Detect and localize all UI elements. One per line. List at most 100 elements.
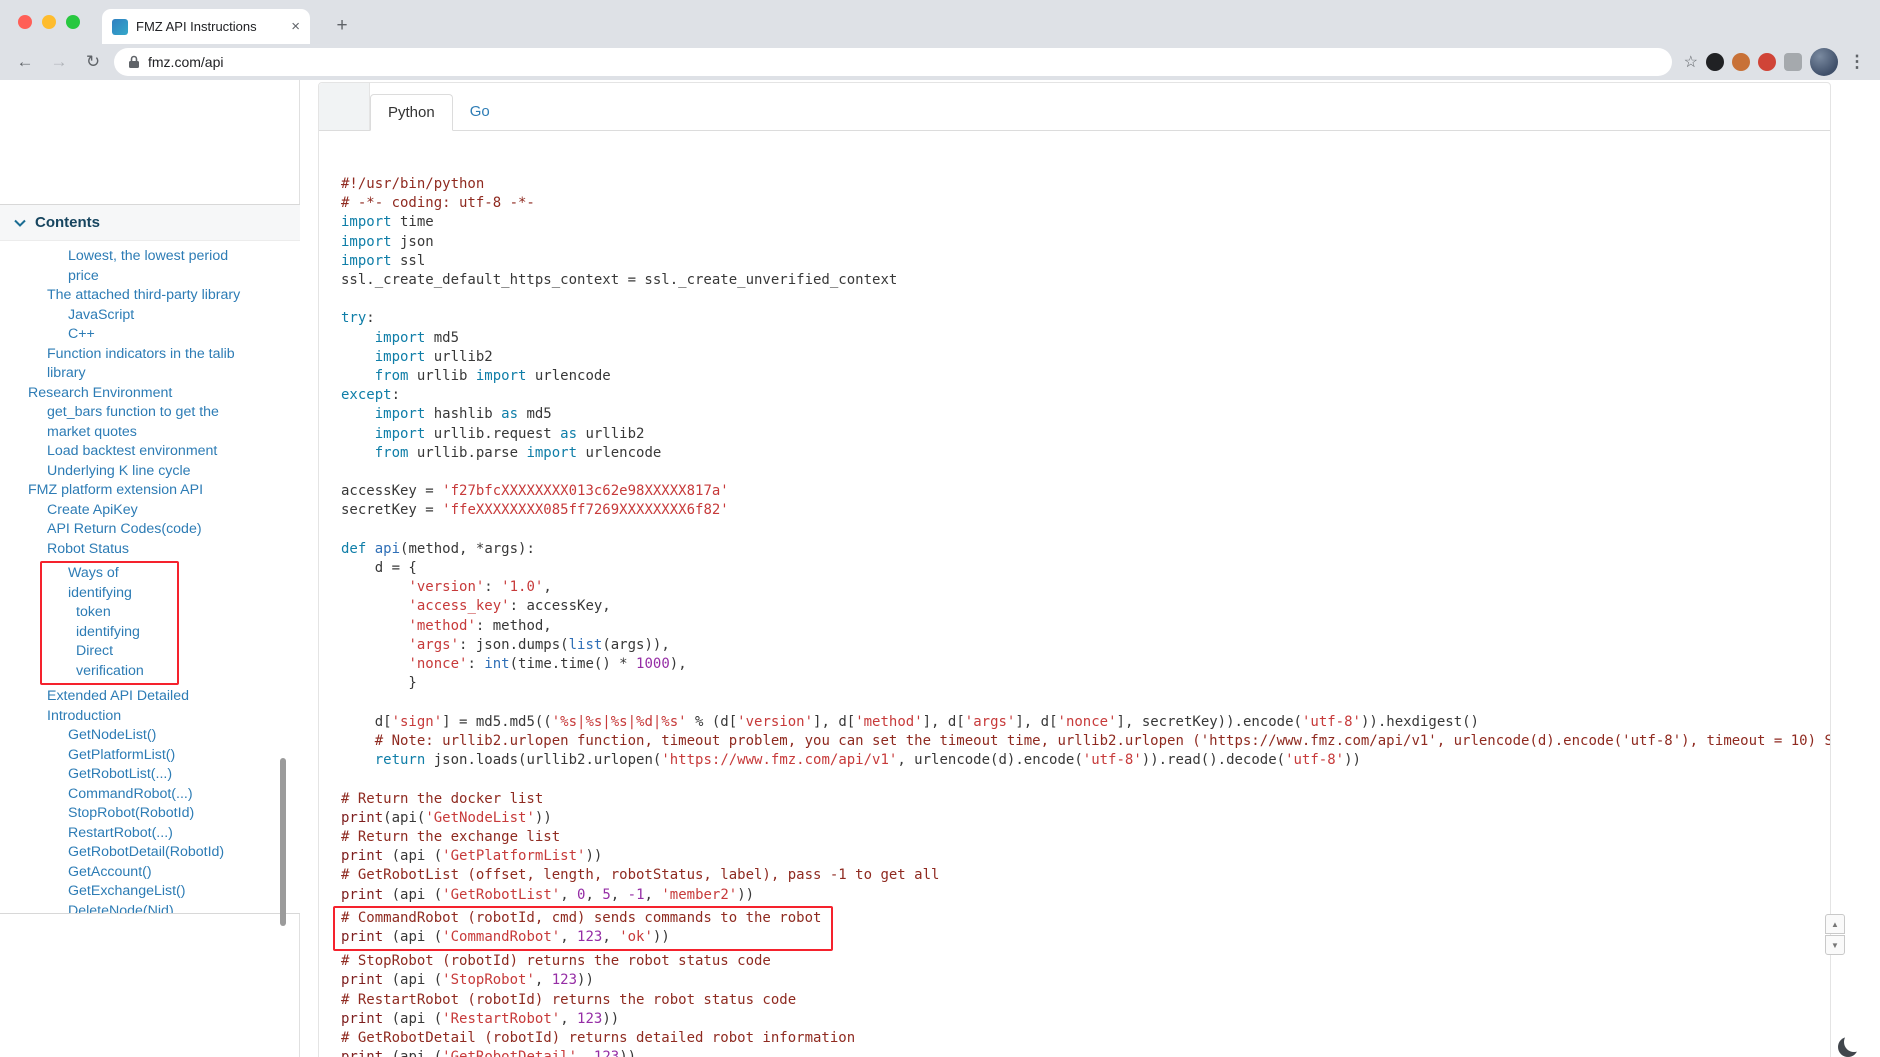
scroll-down-button[interactable]: ▼ <box>1825 935 1845 955</box>
code-line: import urllib2 <box>374 348 493 365</box>
code-line: # StopRobot (robotId) returns the robot … <box>341 953 771 970</box>
toc-item[interactable]: C++ <box>0 325 296 345</box>
code-line: print (api ('CommandRobot', 123, 'ok')) <box>341 928 670 945</box>
code-line: } <box>341 675 417 692</box>
tab-python[interactable]: Python <box>370 94 453 131</box>
zoom-window-button[interactable] <box>66 15 80 29</box>
toc-item[interactable]: Function indicators in the talib library <box>0 345 296 384</box>
code-line: print(api('GetNodeList')) <box>341 809 552 826</box>
code-line: secretKey = 'ffeXXXXXXXX085ff7269XXXXXXX… <box>341 502 729 519</box>
toc-item[interactable]: Extended API Detailed Introduction <box>0 687 296 726</box>
tab-close-icon[interactable]: × <box>291 18 300 35</box>
toc-item[interactable]: Load backtest environment <box>0 442 296 462</box>
toc-item[interactable]: get_bars function to get the market quot… <box>0 403 296 442</box>
code-line: # GetRobotDetail (robotId) returns detai… <box>341 1029 856 1046</box>
toc-item[interactable]: Create ApiKey <box>0 501 296 521</box>
forward-icon[interactable]: → <box>46 49 72 75</box>
toc-item[interactable]: GetRobotList(...) <box>0 765 296 785</box>
contents-header[interactable]: Contents <box>0 205 300 241</box>
sidebar-highlight-box: Ways of identifying token identifying Dire… <box>40 561 179 685</box>
code-line: 'access_key': accessKey, <box>408 598 611 615</box>
code-line: # Note: urllib2.urlopen function, timeou… <box>374 732 1831 749</box>
code-line: d['sign'] = md5.md5(('%s|%s|%s|%d|%s' % … <box>341 713 1479 730</box>
browser-toolbar: ← → ↻ fmz.com/api ☆ ⋮ <box>0 44 1880 80</box>
extension-icon[interactable] <box>1706 53 1724 71</box>
window-controls <box>18 15 80 29</box>
code-line: import json <box>341 233 434 250</box>
code-line: import urllib.request as urllib2 <box>374 425 645 442</box>
code-line: return json.loads(urllib2.urlopen('https… <box>374 752 1361 769</box>
extension-icon[interactable] <box>1758 53 1776 71</box>
extension-icon[interactable] <box>1732 53 1750 71</box>
code-line: 'args': json.dumps(list(args)), <box>408 636 670 653</box>
table-of-contents: Lowest, the lowest period price The attac… <box>0 241 300 914</box>
code-line: print (api ('GetRobotDetail', 123)) <box>341 1048 1830 1057</box>
toc-item[interactable]: Direct verification <box>42 642 177 681</box>
toc-item[interactable]: token identifying <box>42 603 177 642</box>
site-favicon-icon <box>112 18 128 35</box>
new-tab-button[interactable]: + <box>330 14 354 38</box>
code-line: 'method': method, <box>408 617 552 634</box>
code-line: print (api ('StopRobot', 123)) <box>341 972 594 989</box>
code-line: import ssl <box>341 252 426 269</box>
toc-item[interactable]: GetExchangeList() <box>0 882 296 902</box>
toc-item[interactable]: FMZ platform extension API <box>0 481 296 501</box>
tab-go[interactable]: Go <box>453 93 507 130</box>
code-line: 'nonce': int(time.time() * 1000), <box>408 656 687 673</box>
toc-item[interactable]: CommandRobot(...) <box>0 785 296 805</box>
code-line: from urllib import urlencode <box>374 368 611 385</box>
toc-item[interactable]: JavaScript <box>0 306 296 326</box>
code-line: # RestartRobot (robotId) returns the rob… <box>341 991 797 1008</box>
tab-strip: FMZ API Instructions × + <box>0 0 1880 44</box>
toc-item[interactable]: DeleteNode(Nid) <box>0 902 296 914</box>
code-line: print (api ('GetPlatformList')) <box>341 848 603 865</box>
toc-item[interactable]: Robot Status <box>0 540 296 560</box>
code-line: import md5 <box>374 329 460 346</box>
tab-leading-stub <box>319 83 370 130</box>
code-line: # -*- coding: utf-8 -*- <box>341 195 535 212</box>
toc-item[interactable]: The attached third-party library <box>0 286 296 306</box>
sidebar: Contents Lowest, the lowest period price… <box>0 80 300 1057</box>
toc-item[interactable]: GetRobotDetail(RobotId) <box>0 843 296 863</box>
profile-avatar[interactable] <box>1810 48 1838 76</box>
code-line: from urllib.parse import urlencode <box>374 444 662 461</box>
toc-item[interactable]: Lowest, the lowest period price <box>0 247 296 286</box>
code-line: ssl._create_default_https_context = ssl.… <box>341 272 898 289</box>
toc-item[interactable]: GetNodeList() <box>0 726 296 746</box>
reload-icon[interactable]: ↻ <box>80 49 106 75</box>
code-line: import time <box>341 214 434 231</box>
code-block: #!/usr/bin/python # -*- coding: utf-8 -*-… <box>319 131 1830 1057</box>
extension-icon[interactable] <box>1784 53 1802 71</box>
minimize-window-button[interactable] <box>42 15 56 29</box>
code-highlight-box: # CommandRobot (robotId, cmd) sends comm… <box>333 905 834 952</box>
address-bar[interactable]: fmz.com/api <box>114 48 1672 76</box>
content-card: Python Go #!/usr/bin/python # -*- coding:… <box>318 82 1831 1057</box>
contents-panel: Contents Lowest, the lowest period price… <box>0 204 300 914</box>
browser-menu-icon[interactable]: ⋮ <box>1846 49 1868 75</box>
bookmark-star-icon[interactable]: ☆ <box>1684 52 1698 72</box>
toc-item[interactable]: API Return Codes(code) <box>0 520 296 540</box>
code-line: #!/usr/bin/python <box>341 176 485 192</box>
toc-item[interactable]: Underlying K line cycle <box>0 462 296 482</box>
code-line: except: <box>341 387 401 404</box>
toc-item[interactable]: StopRobot(RobotId) <box>0 804 296 824</box>
close-window-button[interactable] <box>18 15 32 29</box>
scroll-up-button[interactable]: ▲ <box>1825 914 1845 934</box>
dark-mode-moon-icon[interactable] <box>1844 1032 1864 1052</box>
toc-item[interactable]: RestartRobot(...) <box>0 824 296 844</box>
code-line: # CommandRobot (robotId, cmd) sends comm… <box>341 909 822 926</box>
toc-item[interactable]: Ways of identifying <box>42 564 177 603</box>
url-text: fmz.com/api <box>148 54 224 70</box>
toc-item[interactable]: GetPlatformList() <box>0 746 296 766</box>
toc-item[interactable]: Research Environment <box>0 384 296 404</box>
toc-item[interactable]: GetAccount() <box>0 863 296 883</box>
code-line: # Return the docker list <box>341 790 544 807</box>
padlock-icon <box>129 55 139 68</box>
back-icon[interactable]: ← <box>12 49 38 75</box>
browser-tab[interactable]: FMZ API Instructions × <box>102 9 310 44</box>
sidebar-scrollbar[interactable] <box>280 758 286 926</box>
